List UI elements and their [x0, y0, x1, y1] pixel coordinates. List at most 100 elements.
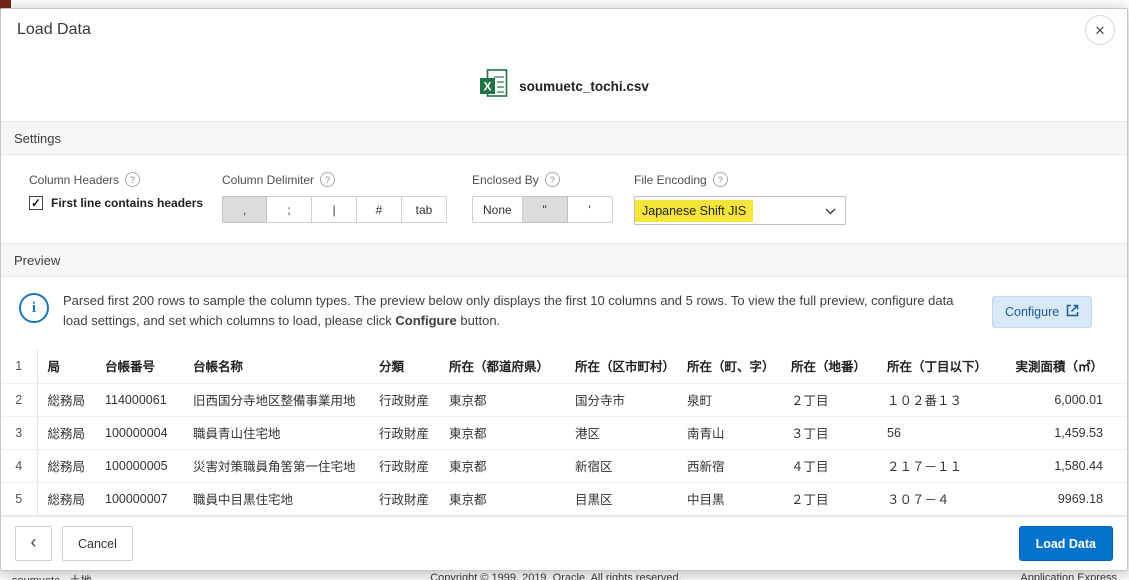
file-encoding-value: Japanese Shift JIS — [635, 199, 754, 222]
column-header: 所在（丁目以下） — [877, 349, 985, 384]
file-name: soumuetc_tochi.csv — [519, 78, 649, 94]
table-cell: 総務局 — [37, 416, 95, 450]
file-encoding-label: File Encoding — [634, 172, 707, 187]
dialog-footer: ‹ Cancel Load Data — [1, 516, 1127, 570]
table-cell: 6,000.01 — [985, 383, 1127, 417]
settings-body: Column Headers ? ✓ First line contains h… — [1, 155, 1127, 243]
table-row: 4 総務局 100000005 災害対策職員角筈第一住宅地 行政財産 東京都 新宿区 西新宿 ４… — [1, 449, 1127, 483]
table-cell: 災害対策職員角筈第一住宅地 — [183, 449, 369, 483]
table-cell: 100000005 — [95, 449, 183, 483]
table-cell: １０２番１３ — [877, 383, 985, 417]
load-data-dialog: Load Data ✕ X soumuetc_tochi.csv Setting… — [0, 8, 1128, 571]
table-cell: 56 — [877, 416, 985, 450]
help-icon[interactable]: ? — [544, 172, 560, 187]
first-line-headers-label: First line contains headers — [51, 196, 204, 210]
csv-file-icon: X — [479, 68, 509, 104]
table-cell: 旧西国分寺地区整備事業用地 — [183, 383, 369, 417]
file-row: X soumuetc_tochi.csv — [1, 51, 1127, 121]
first-line-headers-checkbox[interactable]: ✓ — [29, 196, 43, 210]
background-footer-right: Application Express — [1020, 572, 1117, 580]
chevron-down-icon — [825, 202, 836, 220]
svg-text:X: X — [484, 80, 492, 94]
table-cell: 東京都 — [439, 482, 565, 516]
configure-button[interactable]: Configure — [992, 296, 1093, 328]
preview-info-row: i Parsed first 200 rows to sample the co… — [1, 277, 1127, 349]
table-cell: 100000007 — [95, 482, 183, 516]
table-cell: ３丁目 — [781, 416, 877, 450]
preview-table-wrap: 1 局台帳番号 台帳名称 分類 所在（都道府県） 所在（区市町村） 所在（町、字） 所在（地番… — [1, 349, 1127, 516]
table-cell: ２丁目 — [781, 482, 877, 516]
preview-section-label: Preview — [14, 252, 61, 268]
back-button[interactable]: ‹ — [15, 526, 52, 561]
preview-table: 1 局台帳番号 台帳名称 分類 所在（都道府県） 所在（区市町村） 所在（町、字） 所在（地番… — [1, 349, 1127, 516]
table-cell: 1,459.53 — [985, 416, 1127, 450]
column-header: 台帳番号 — [95, 349, 183, 384]
table-cell: 行政財産 — [369, 383, 439, 417]
open-in-new-icon — [1066, 304, 1079, 320]
row-number-cell: 5 — [1, 482, 38, 516]
enclosed-by-option-double-quote[interactable]: " — [522, 196, 568, 223]
help-icon[interactable]: ? — [125, 172, 141, 187]
table-cell: 行政財産 — [369, 482, 439, 516]
table-cell: 100000004 — [95, 416, 183, 450]
help-icon[interactable]: ? — [320, 172, 336, 187]
table-cell: 東京都 — [439, 383, 565, 417]
table-cell: 新宿区 — [565, 449, 677, 483]
delimiter-option-comma[interactable]: , — [222, 196, 267, 223]
table-row: 3 総務局 100000004 職員青山住宅地 行政財産 東京都 港区 南青山 ３丁目 56 1,4… — [1, 416, 1127, 450]
table-cell: 1,580.44 — [985, 449, 1127, 483]
dialog-header: Load Data ✕ — [1, 9, 1127, 51]
file-encoding-select[interactable]: Japanese Shift JIS — [634, 196, 846, 225]
table-cell: 行政財産 — [369, 449, 439, 483]
enclosed-by-option-none[interactable]: None — [472, 196, 523, 223]
table-cell: 9969.18 — [985, 482, 1127, 516]
table-row: 5 総務局 100000007 職員中目黒住宅地 行政財産 東京都 目黒区 中目黒 ２丁目 ３０７… — [1, 482, 1127, 516]
column-header: 実測面積（㎡） — [985, 349, 1127, 384]
info-icon: i — [19, 293, 49, 323]
column-header: 分類 — [369, 349, 439, 384]
column-headers-group: Column Headers ? ✓ First line contains h… — [29, 172, 203, 210]
delimiter-option-tab[interactable]: tab — [402, 196, 447, 223]
preview-table-head-row: 1 局台帳番号 台帳名称 分類 所在（都道府県） 所在（区市町村） 所在（町、字） 所在（地番… — [1, 349, 1127, 384]
settings-section-header: Settings — [1, 121, 1127, 155]
dialog-title: Load Data — [17, 21, 91, 38]
column-header: 所在（都道府県） — [439, 349, 565, 384]
file-encoding-group: File Encoding ? Japanese Shift JIS — [634, 172, 846, 225]
table-cell: 港区 — [565, 416, 677, 450]
delimiter-option-semicolon[interactable]: ; — [267, 196, 312, 223]
close-icon[interactable]: ✕ — [1085, 15, 1115, 45]
preview-section-header: Preview — [1, 243, 1127, 277]
column-delimiter-label: Column Delimiter — [222, 172, 315, 187]
preview-info-text: Parsed first 200 rows to sample the colu… — [63, 293, 954, 328]
table-cell: 総務局 — [37, 482, 95, 516]
table-cell: 行政財産 — [369, 416, 439, 450]
column-header: 台帳名称 — [183, 349, 369, 384]
column-header: 所在（地番） — [781, 349, 877, 384]
table-cell: ４丁目 — [781, 449, 877, 483]
help-icon[interactable]: ? — [712, 172, 728, 187]
background-footer-copyright: Copyright © 1999, 2019, Oracle. All righ… — [430, 572, 682, 580]
load-data-button[interactable]: Load Data — [1018, 526, 1113, 561]
table-cell: 職員青山住宅地 — [183, 416, 369, 450]
column-delimiter-options: ,; | # tab — [222, 196, 447, 223]
enclosed-by-options: None " ' — [472, 196, 613, 223]
column-header: 所在（区市町村） — [565, 349, 677, 384]
row-number-cell: 4 — [1, 449, 38, 483]
table-cell: 中目黒 — [677, 482, 781, 516]
table-cell: 総務局 — [37, 449, 95, 483]
enclosed-by-option-single-quote[interactable]: ' — [567, 196, 613, 223]
column-headers-label: Column Headers — [29, 172, 120, 187]
delimiter-option-hash[interactable]: # — [357, 196, 402, 223]
delimiter-option-pipe[interactable]: | — [312, 196, 357, 223]
enclosed-by-group: Enclosed By ? None " ' — [472, 172, 613, 223]
table-cell: ２丁目 — [781, 383, 877, 417]
row-number-cell: 3 — [1, 416, 38, 450]
row-number-cell: 2 — [1, 383, 38, 417]
settings-section-label: Settings — [14, 130, 61, 146]
table-cell: 南青山 — [677, 416, 781, 450]
column-delimiter-group: Column Delimiter ? ,; | # tab — [222, 172, 447, 223]
table-cell: ２１７－１１ — [877, 449, 985, 483]
table-row: 2 総務局 114000061 旧西国分寺地区整備事業用地 行政財産 東京都 国分寺市 泉町 ２… — [1, 383, 1127, 417]
cancel-button[interactable]: Cancel — [62, 526, 133, 561]
table-cell: 国分寺市 — [565, 383, 677, 417]
